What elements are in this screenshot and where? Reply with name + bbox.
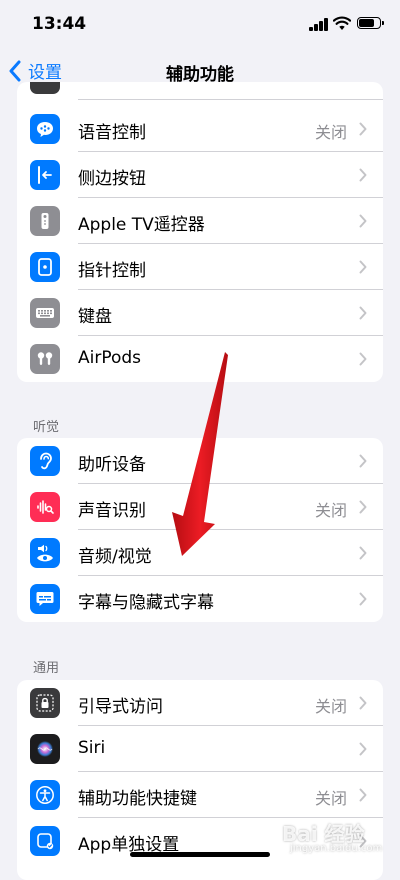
chevron-right-icon [359,742,367,756]
sound-recognition-icon [30,492,60,522]
interaction-group: 语音控制 关闭 侧边按钮 Apple TV遥控器 指针控制 键盘 AirPods [17,82,383,382]
list-item-pointer-control[interactable]: 指针控制 [17,244,383,290]
list-item-partial[interactable] [17,82,383,100]
partial-row-icon [30,82,60,94]
list-item-siri[interactable]: Siri [17,726,383,772]
list-item-label: 侧边按钮 [78,169,146,189]
list-item-label: 辅助功能快捷键 [78,789,197,809]
hearing-group: 助听设备 声音识别 关闭 音频/视觉 字幕与隐藏式字幕 [17,438,383,622]
chevron-right-icon [359,696,367,710]
status-time: 13:44 [32,14,87,34]
chevron-right-icon [359,122,367,136]
list-item-airpods[interactable]: AirPods [17,336,383,382]
cellular-signal-icon [309,17,329,31]
side-button-icon [30,160,60,190]
list-item-audio-visual[interactable]: 音频/视觉 [17,530,383,576]
list-item-sound-recognition[interactable]: 声音识别 关闭 [17,484,383,530]
accessibility-shortcut-icon [30,780,60,810]
list-item-captions[interactable]: 字幕与隐藏式字幕 [17,576,383,622]
airpods-icon [30,344,60,374]
list-item-accessibility-shortcut[interactable]: 辅助功能快捷键 关闭 [17,772,383,818]
list-item-guided-access[interactable]: 引导式访问 关闭 [17,680,383,726]
list-item-label: 助听设备 [78,455,146,475]
chevron-right-icon [359,168,367,182]
guided-access-icon [30,688,60,718]
section-header-general: 通用 [33,661,60,676]
list-item-value: 关闭 [314,789,347,808]
list-item-label: 指针控制 [78,261,146,281]
remote-icon [30,206,60,236]
list-item-label: Apple TV遥控器 [78,215,205,235]
chevron-right-icon [359,546,367,560]
battery-icon [357,17,384,29]
chevron-right-icon [359,306,367,320]
watermark-logo: Bai 经验 jingyan.baidu.com [282,818,382,854]
list-item-label: Siri [78,738,106,758]
ear-icon [30,446,60,476]
list-item-value: 关闭 [314,501,347,520]
chevron-right-icon [359,260,367,274]
chevron-right-icon [359,592,367,606]
list-item-value: 关闭 [314,123,347,142]
list-item-label: AirPods [78,348,142,368]
per-app-settings-icon [30,826,60,856]
pointer-control-icon [30,252,60,282]
siri-icon [30,734,60,764]
audio-visual-icon [30,538,60,568]
list-item-label: 语音控制 [78,123,146,143]
list-item-value: 关闭 [314,697,347,716]
list-item-label: 音频/视觉 [78,547,152,567]
list-item-keyboard[interactable]: 键盘 [17,290,383,336]
section-header-hearing: 听觉 [33,420,60,435]
list-item-hearing-devices[interactable]: 助听设备 [17,438,383,484]
list-item-label: 引导式访问 [78,697,163,717]
chevron-right-icon [359,500,367,514]
list-item-label: 键盘 [78,307,112,327]
chevron-right-icon [359,352,367,366]
status-bar: 13:44 [0,0,400,50]
watermark-sub: jingyan.baidu.com [290,843,383,854]
captions-icon [30,584,60,614]
keyboard-icon [30,298,60,328]
chevron-right-icon [359,214,367,228]
home-indicator[interactable] [130,852,270,857]
chevron-right-icon [359,454,367,468]
list-item-label: 声音识别 [78,501,146,521]
list-item-label: 字幕与隐藏式字幕 [78,593,214,613]
list-item-apple-tv-remote[interactable]: Apple TV遥控器 [17,198,383,244]
list-item-side-button[interactable]: 侧边按钮 [17,152,383,198]
chevron-right-icon [359,788,367,802]
list-item-voice-control[interactable]: 语音控制 关闭 [17,106,383,152]
wifi-icon [333,16,351,30]
voice-control-icon [30,114,60,144]
